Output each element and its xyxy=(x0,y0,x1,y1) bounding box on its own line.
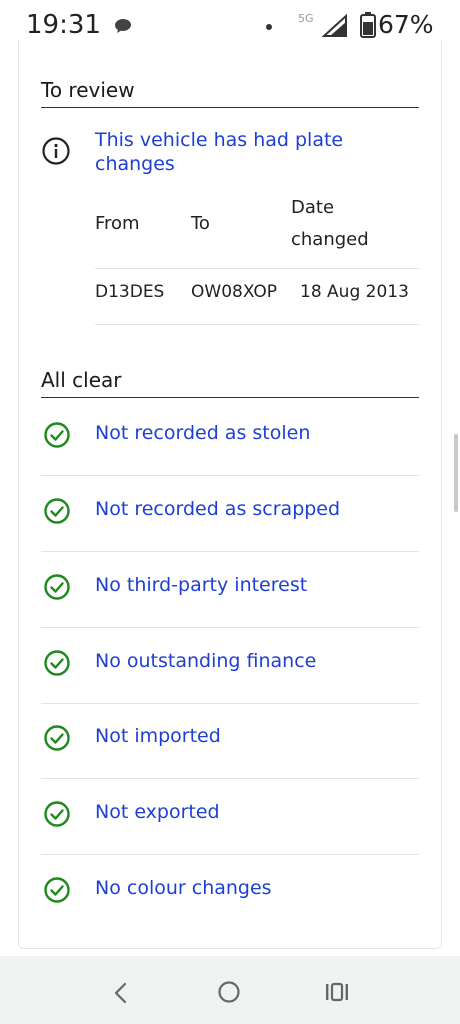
network-type: 5G xyxy=(298,12,314,25)
check-item-label[interactable]: Not imported xyxy=(95,725,221,747)
check-circle-icon xyxy=(44,574,70,600)
battery-icon xyxy=(360,12,376,38)
check-item-label[interactable]: No third-party interest xyxy=(95,574,307,596)
to-review-heading: To review xyxy=(41,78,419,108)
check-circle-icon xyxy=(44,422,70,448)
check-item[interactable]: Not recorded as stolen xyxy=(41,400,419,476)
all-clear-heading: All clear xyxy=(41,368,419,398)
check-circle-icon xyxy=(44,725,70,751)
chat-icon xyxy=(115,19,131,33)
check-item[interactable]: Not imported xyxy=(41,703,419,779)
check-item-label[interactable]: Not recorded as stolen xyxy=(95,422,310,444)
plate-changes-link[interactable]: This vehicle has had plate changes xyxy=(95,128,395,176)
status-time: 19:31 xyxy=(26,10,101,40)
table-divider xyxy=(95,324,419,325)
signal-icon xyxy=(322,14,347,37)
check-item-label[interactable]: No colour changes xyxy=(95,877,272,899)
recents-icon[interactable] xyxy=(324,980,350,1004)
check-item[interactable]: No third-party interest xyxy=(41,552,419,628)
vehicle-check-card: To review This vehicle has had plate cha… xyxy=(18,40,442,949)
notification-dot-icon xyxy=(266,24,272,30)
check-item[interactable]: Not recorded as scrapped xyxy=(41,476,419,552)
check-circle-icon xyxy=(44,801,70,827)
check-circle-icon xyxy=(44,498,70,524)
check-item[interactable]: Not exported xyxy=(41,779,419,855)
check-circle-icon xyxy=(44,877,70,903)
check-item-label[interactable]: Not recorded as scrapped xyxy=(95,498,340,520)
table-cell-date: 18 Aug 2013 xyxy=(300,282,409,302)
check-item-label[interactable]: Not exported xyxy=(95,801,220,823)
table-header-from: From xyxy=(95,213,140,234)
battery-percentage: 67% xyxy=(378,10,434,39)
navigation-bar xyxy=(0,956,460,1024)
check-item[interactable]: No outstanding finance xyxy=(41,628,419,704)
check-circle-icon xyxy=(44,650,70,676)
home-icon[interactable] xyxy=(215,978,243,1006)
table-cell-from: D13DES xyxy=(95,282,165,302)
table-cell-to: OW08XOP xyxy=(191,282,278,302)
info-icon xyxy=(42,137,70,165)
check-item-label[interactable]: No outstanding finance xyxy=(95,650,316,672)
scrollbar-thumb[interactable] xyxy=(454,434,458,512)
table-header-date: Date changed xyxy=(291,197,369,250)
check-item[interactable]: No colour changes xyxy=(41,855,419,931)
table-header-to: To xyxy=(191,213,210,234)
table-divider xyxy=(95,268,419,269)
back-icon[interactable] xyxy=(108,980,134,1006)
